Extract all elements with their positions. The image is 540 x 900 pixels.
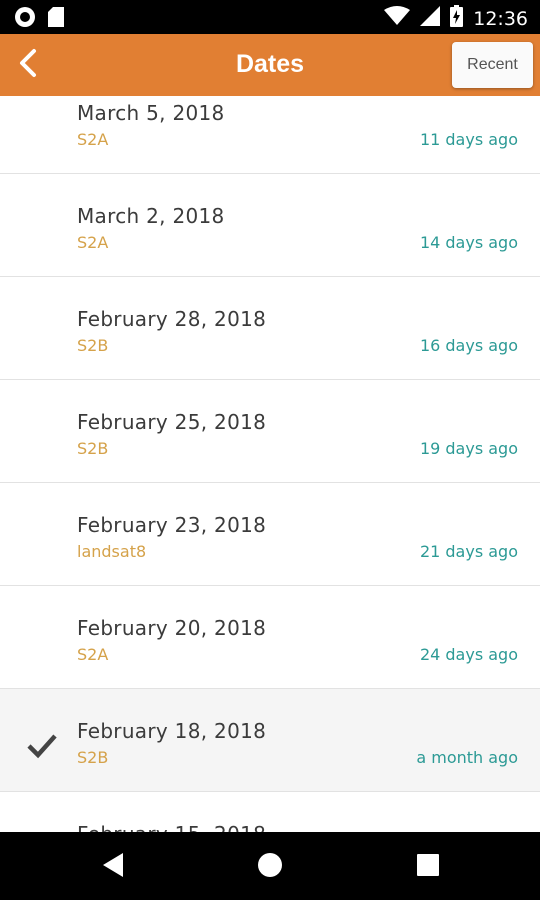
status-left-icons xyxy=(14,6,64,33)
date-list-item[interactable]: February 20, 2018 S2A 24 days ago xyxy=(0,586,540,689)
item-relative-time: a month ago xyxy=(416,748,518,767)
app-bar: Dates Recent xyxy=(0,34,540,96)
item-relative-time: 16 days ago xyxy=(419,336,518,355)
item-date: February 25, 2018 xyxy=(77,410,267,434)
item-relative-time: 24 days ago xyxy=(419,645,518,664)
recents-square-icon xyxy=(416,853,440,882)
item-date: March 5, 2018 xyxy=(77,101,225,125)
item-satellite: S2A xyxy=(77,130,109,149)
item-satellite: S2B xyxy=(77,748,109,767)
status-time: 12:36 xyxy=(473,7,528,30)
item-date: February 18, 2018 xyxy=(77,719,267,743)
sd-card-icon xyxy=(48,7,64,32)
item-date: February 20, 2018 xyxy=(77,616,267,640)
nav-back-button[interactable] xyxy=(98,852,128,882)
home-circle-icon xyxy=(257,852,283,883)
date-list-item[interactable]: February 25, 2018 S2B 19 days ago xyxy=(0,380,540,483)
status-right-icons: 12:36 xyxy=(384,5,528,32)
back-triangle-icon xyxy=(101,852,125,883)
date-list-item[interactable]: March 2, 2018 S2A 14 days ago xyxy=(0,174,540,277)
item-satellite: landsat8 xyxy=(77,542,147,561)
recent-button[interactable]: Recent xyxy=(452,42,533,88)
item-date: February 28, 2018 xyxy=(77,307,267,331)
date-list-item[interactable]: February 18, 2018 S2B a month ago xyxy=(0,689,540,792)
item-satellite: S2A xyxy=(77,233,109,252)
item-relative-time: 21 days ago xyxy=(419,542,518,561)
record-icon xyxy=(14,6,36,33)
date-list-item[interactable]: February 15, 2018 xyxy=(0,792,540,832)
item-relative-time: 14 days ago xyxy=(419,233,518,252)
wifi-icon xyxy=(384,6,411,31)
item-relative-time: 11 days ago xyxy=(419,130,518,149)
item-date: February 15, 2018 xyxy=(77,822,266,832)
item-satellite: S2B xyxy=(77,439,109,458)
item-date: March 2, 2018 xyxy=(77,204,225,228)
check-icon xyxy=(27,733,57,764)
signal-icon xyxy=(420,6,441,31)
item-satellite: S2B xyxy=(77,336,109,355)
date-list-item[interactable]: February 28, 2018 S2B 16 days ago xyxy=(0,277,540,380)
navigation-bar xyxy=(0,832,540,900)
item-date: February 23, 2018 xyxy=(77,513,267,537)
nav-recents-button[interactable] xyxy=(413,852,443,882)
date-list-item[interactable]: March 5, 2018 S2A 11 days ago xyxy=(0,96,540,174)
nav-home-button[interactable] xyxy=(255,852,285,882)
date-list-item[interactable]: February 23, 2018 landsat8 21 days ago xyxy=(0,483,540,586)
status-bar: 12:36 xyxy=(0,0,540,34)
date-list-inner: March 5, 2018 S2A 11 days ago March 2, 2018… xyxy=(0,96,540,832)
date-list[interactable]: March 5, 2018 S2A 11 days ago March 2, 2018… xyxy=(0,96,540,832)
battery-icon xyxy=(450,5,464,32)
item-relative-time: 19 days ago xyxy=(419,439,518,458)
item-satellite: S2A xyxy=(77,645,109,664)
